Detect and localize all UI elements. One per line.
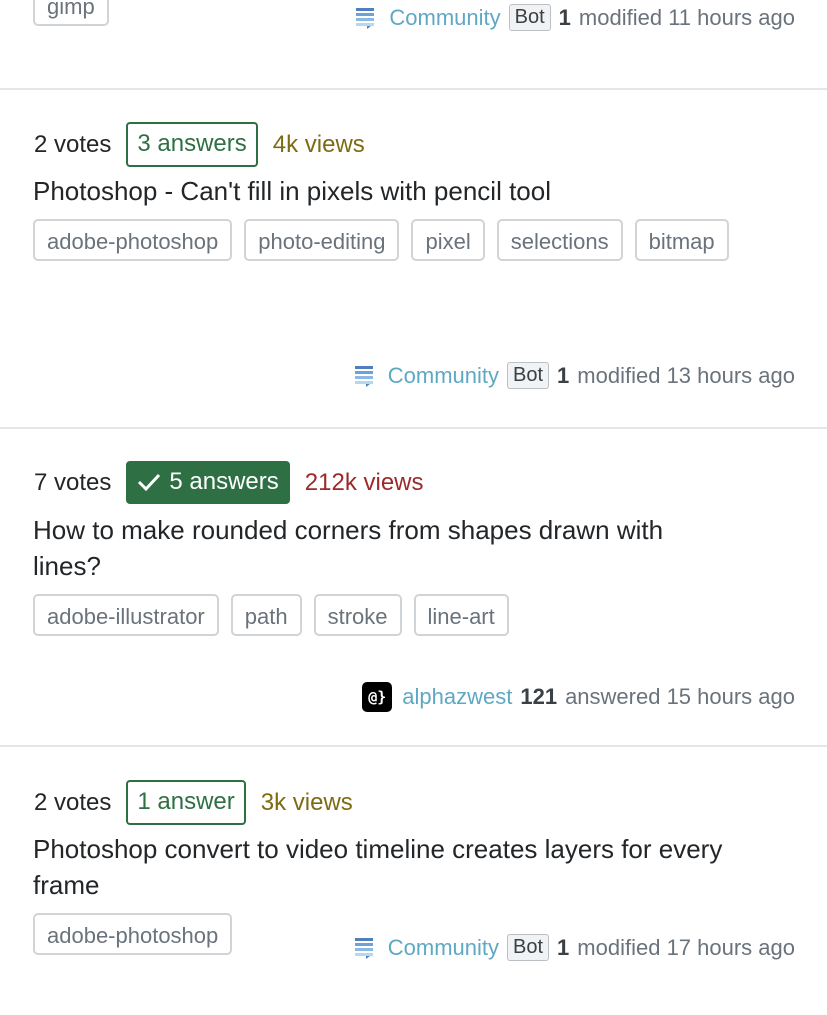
bot-badge: Bot xyxy=(508,4,551,31)
tag[interactable]: path xyxy=(230,594,302,636)
reputation: 1 xyxy=(558,4,571,30)
bot-badge: Bot xyxy=(507,362,550,389)
reputation: 1 xyxy=(557,934,570,960)
post-meta: Community Bot 1 modified 11 hours ago xyxy=(355,4,795,31)
reputation: 121 xyxy=(520,684,558,709)
question-title[interactable]: Photoshop convert to video timeline crea… xyxy=(33,831,733,903)
user-link[interactable]: alphazwest xyxy=(402,684,512,710)
post-meta: Community Bot 1 modified 17 hours ago xyxy=(354,934,795,961)
tag[interactable]: stroke xyxy=(313,594,402,636)
question-stats: 2 votes 1 answer 3k views xyxy=(34,780,353,825)
tag[interactable]: adobe-illustrator xyxy=(33,594,219,636)
tag[interactable]: selections xyxy=(496,219,623,261)
checkmark-icon xyxy=(138,473,161,492)
post-meta: Community Bot 1 modified 13 hours ago xyxy=(354,362,795,389)
vote-count: 2 votes xyxy=(34,788,112,816)
tag[interactable]: bitmap xyxy=(634,219,729,261)
activity-time[interactable]: answered 15 hours ago xyxy=(565,684,795,710)
question-stats: 7 votes 5 answers 212k views xyxy=(34,461,424,504)
community-icon xyxy=(354,365,373,387)
accepted-answer-count: 5 answers xyxy=(126,461,290,504)
user-link[interactable]: Community xyxy=(388,935,499,961)
vote-count: 7 votes xyxy=(34,468,112,496)
question-title[interactable]: How to make rounded corners from shapes … xyxy=(33,512,733,584)
avatar[interactable]: @} xyxy=(362,682,393,712)
activity-time[interactable]: modified 17 hours ago xyxy=(577,935,795,961)
reputation: 1 xyxy=(557,362,570,388)
tag[interactable]: adobe-photoshop xyxy=(33,219,233,261)
answer-count: 3 answers xyxy=(126,122,258,167)
answer-count: 1 answer xyxy=(126,780,246,825)
tag[interactable]: pixel xyxy=(411,219,485,261)
bot-badge: Bot xyxy=(507,934,550,961)
activity-time[interactable]: modified 11 hours ago xyxy=(579,5,795,31)
question-title[interactable]: Photoshop - Can't fill in pixels with pe… xyxy=(33,173,733,209)
tag-list: adobe-illustrator path stroke line-art xyxy=(33,594,733,636)
divider xyxy=(0,88,827,90)
tag[interactable]: line-art xyxy=(413,594,509,636)
divider xyxy=(0,427,827,429)
view-count: 3k views xyxy=(260,788,353,816)
post-meta: @} alphazwest 121 answered 15 hours ago xyxy=(362,682,795,712)
community-icon xyxy=(354,937,373,959)
user-link[interactable]: Community xyxy=(389,5,500,31)
answer-count: 5 answers xyxy=(169,468,279,495)
view-count: 212k views xyxy=(304,468,424,496)
question-stats: 2 votes 3 answers 4k views xyxy=(34,122,365,167)
view-count: 4k views xyxy=(272,130,365,158)
community-icon xyxy=(356,7,375,29)
activity-time[interactable]: modified 13 hours ago xyxy=(577,363,795,389)
divider xyxy=(0,745,827,747)
vote-count: 2 votes xyxy=(34,130,112,158)
tag-list: adobe-photoshop photo-editing pixel sele… xyxy=(33,219,733,261)
user-link[interactable]: Community xyxy=(388,363,499,389)
tag[interactable]: gimp xyxy=(33,0,109,26)
tag[interactable]: photo-editing xyxy=(244,219,400,261)
tag[interactable]: adobe-photoshop xyxy=(33,913,233,955)
